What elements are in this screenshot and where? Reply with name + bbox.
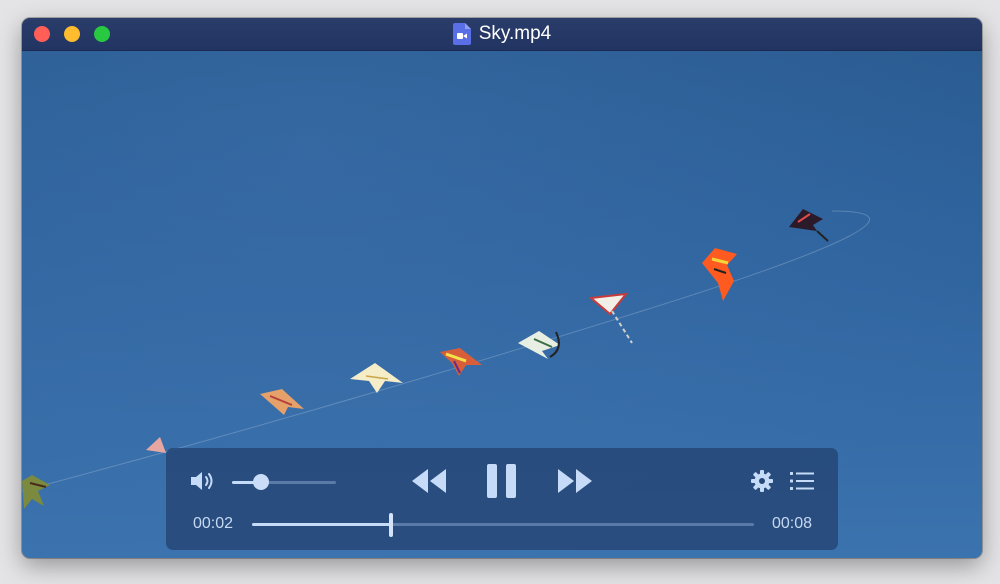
window-title: Sky.mp4 bbox=[22, 18, 982, 50]
kite-dark bbox=[789, 209, 829, 242]
fast-forward-icon[interactable] bbox=[556, 467, 594, 495]
duration-time: 00:08 bbox=[771, 515, 812, 532]
kite-white-red bbox=[588, 292, 633, 344]
seek-bar[interactable] bbox=[252, 513, 754, 537]
title-bar[interactable]: Sky.mp4 bbox=[22, 18, 982, 51]
list-icon[interactable] bbox=[790, 471, 814, 491]
kite-peach bbox=[260, 389, 304, 415]
kite-green bbox=[518, 331, 560, 359]
player-window: Sky.mp4 00:02 00:08 bbox=[22, 18, 982, 558]
kite-cream bbox=[350, 363, 403, 393]
current-time: 00:02 bbox=[193, 515, 234, 532]
gear-icon[interactable] bbox=[751, 470, 773, 492]
seek-bar-handle[interactable] bbox=[388, 513, 393, 537]
pause-icon[interactable] bbox=[485, 462, 519, 500]
rewind-icon[interactable] bbox=[410, 467, 448, 495]
window-title-text: Sky.mp4 bbox=[478, 23, 552, 44]
kite-pink bbox=[146, 437, 166, 453]
playback-controls: 00:02 00:08 bbox=[166, 448, 838, 550]
volume-slider-knob[interactable] bbox=[253, 474, 270, 490]
kite-olive bbox=[22, 475, 50, 509]
volume-slider[interactable] bbox=[232, 474, 336, 490]
kite-multicolor bbox=[440, 348, 482, 376]
kite-orange bbox=[702, 248, 737, 301]
video-file-icon bbox=[452, 23, 471, 45]
speaker-volume-icon[interactable] bbox=[189, 469, 217, 493]
seek-bar-progress bbox=[252, 523, 391, 526]
video-frame[interactable]: 00:02 00:08 bbox=[22, 51, 982, 558]
